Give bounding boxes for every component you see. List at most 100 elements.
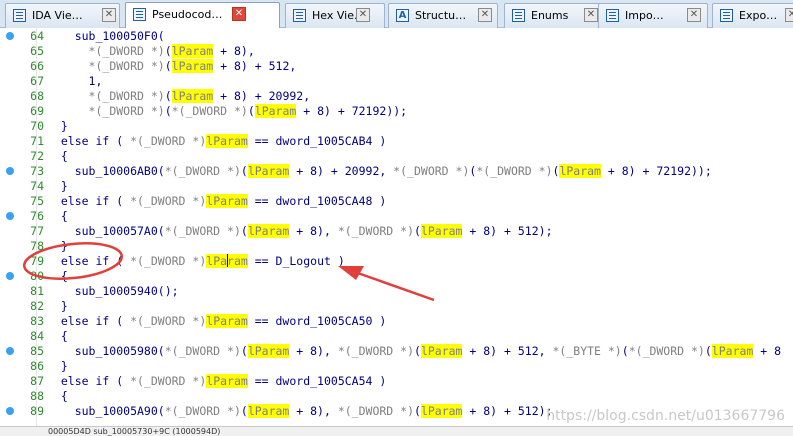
code-text[interactable]: sub_10005940(); — [47, 284, 179, 299]
code-text[interactable]: sub_100050F0( — [47, 29, 165, 44]
structures-icon: A — [396, 9, 409, 22]
code-text[interactable]: sub_100057A0(*(_DWORD *)(lParam + 8), *(… — [47, 224, 553, 239]
line-number: 87 — [30, 374, 44, 388]
tab-ida-view[interactable]: IDA Vie… ✕ — [5, 3, 120, 28]
breakpoint-dot-icon[interactable] — [6, 167, 14, 175]
breakpoint-dot-icon[interactable] — [6, 407, 14, 415]
code-line[interactable]: 76 { — [0, 209, 793, 224]
code-text[interactable]: else if ( *(_DWORD *)lParam == dword_100… — [47, 134, 386, 149]
code-line[interactable]: 81 sub_10005940(); — [0, 284, 793, 299]
close-icon[interactable]: ✕ — [584, 8, 598, 22]
code-text[interactable]: else if ( *(_DWORD *)lParam == dword_100… — [47, 194, 386, 209]
code-line[interactable]: 70 } — [0, 119, 793, 134]
code-line[interactable]: 84 { — [0, 329, 793, 344]
tab-enums[interactable]: Enums ✕ — [504, 3, 604, 28]
tab-label: Expo… — [739, 9, 778, 22]
code-line[interactable]: 72 { — [0, 149, 793, 164]
code-line[interactable]: 86 } — [0, 359, 793, 374]
imports-icon — [606, 9, 619, 22]
code-text[interactable]: } — [47, 239, 68, 254]
code-text[interactable]: { — [47, 329, 68, 344]
code-text[interactable]: { — [47, 209, 68, 224]
tab-label: Pseudocod… — [152, 8, 223, 21]
code-line[interactable]: 83 else if ( *(_DWORD *)lParam == dword_… — [0, 314, 793, 329]
code-text[interactable]: { — [47, 389, 68, 404]
close-icon[interactable]: ✕ — [232, 7, 246, 21]
code-text[interactable]: *(_DWORD *)(lParam + 8) + 20992, — [47, 89, 310, 104]
code-line[interactable]: 85 sub_10005980(*(_DWORD *)(lParam + 8),… — [0, 344, 793, 359]
line-number: 77 — [30, 224, 44, 238]
code-text[interactable]: } — [47, 299, 68, 314]
ida-view-icon — [13, 9, 26, 22]
line-number: 69 — [30, 104, 44, 118]
close-icon[interactable]: ✕ — [478, 8, 492, 22]
enums-icon — [512, 9, 525, 22]
line-number: 83 — [30, 314, 44, 328]
code-line[interactable]: 87 else if ( *(_DWORD *)lParam == dword_… — [0, 374, 793, 389]
line-number: 78 — [30, 239, 44, 253]
breakpoint-dot-icon[interactable] — [6, 32, 14, 40]
line-number: 79 — [30, 254, 44, 268]
code-line[interactable]: 80 { — [0, 269, 793, 284]
code-text[interactable]: } — [47, 359, 68, 374]
line-number: 85 — [30, 344, 44, 358]
tab-exports[interactable]: Expo… ✕ — [712, 3, 793, 28]
tab-imports[interactable]: Impo… ✕ — [598, 3, 708, 28]
code-line[interactable]: 88 { — [0, 389, 793, 404]
tab-structures[interactable]: A Structu… ✕ — [388, 3, 498, 28]
line-number: 81 — [30, 284, 44, 298]
code-text[interactable]: else if ( *(_DWORD *)lParam == D_Logout … — [47, 254, 345, 269]
close-icon[interactable]: ✕ — [687, 8, 701, 22]
code-text[interactable]: else if ( *(_DWORD *)lParam == dword_100… — [47, 314, 386, 329]
code-line[interactable]: 73 sub_10006AB0(*(_DWORD *)(lParam + 8) … — [0, 164, 793, 179]
line-number: 64 — [30, 29, 44, 43]
close-icon[interactable]: ✕ — [356, 8, 370, 22]
line-number: 73 — [30, 164, 44, 178]
code-text[interactable]: { — [47, 149, 68, 164]
code-text[interactable]: } — [47, 119, 68, 134]
line-number: 66 — [30, 59, 44, 73]
tab-label: IDA Vie… — [32, 9, 83, 22]
line-number: 75 — [30, 194, 44, 208]
tab-label: Enums — [531, 9, 569, 22]
code-line[interactable]: 67 1, — [0, 74, 793, 89]
code-text[interactable]: sub_10006AB0(*(_DWORD *)(lParam + 8) + 2… — [47, 164, 712, 179]
tab-hex-view[interactable]: Hex Vie… ✕ — [285, 3, 385, 28]
code-line[interactable]: 68 *(_DWORD *)(lParam + 8) + 20992, — [0, 89, 793, 104]
line-number: 68 — [30, 89, 44, 103]
code-line[interactable]: 65 *(_DWORD *)(lParam + 8), — [0, 44, 793, 59]
code-text[interactable]: *(_DWORD *)(lParam + 8) + 512, — [47, 59, 296, 74]
code-line[interactable]: 74 } — [0, 179, 793, 194]
code-text[interactable]: } — [47, 179, 68, 194]
code-line[interactable]: 79 else if ( *(_DWORD *)lParam == D_Logo… — [0, 254, 793, 269]
code-text[interactable]: sub_10005A90(*(_DWORD *)(lParam + 8), *(… — [47, 404, 553, 419]
watermark: https://blog.csdn.net/u013667796 — [546, 408, 785, 424]
line-number: 89 — [30, 404, 44, 418]
code-text[interactable]: else if ( *(_DWORD *)lParam == dword_100… — [47, 374, 386, 389]
breakpoint-dot-icon[interactable] — [6, 347, 14, 355]
pseudocode-view[interactable]: 64 sub_100050F0(65 *(_DWORD *)(lParam + … — [0, 28, 793, 426]
code-line[interactable]: 66 *(_DWORD *)(lParam + 8) + 512, — [0, 59, 793, 74]
line-number: 70 — [30, 119, 44, 133]
code-line[interactable]: 78 } — [0, 239, 793, 254]
close-icon[interactable]: ✕ — [102, 8, 116, 22]
breakpoint-dot-icon[interactable] — [6, 212, 14, 220]
breakpoint-dot-icon[interactable] — [6, 272, 14, 280]
tab-pseudocode[interactable]: Pseudocod… ✕ — [125, 2, 280, 28]
code-text[interactable]: *(_DWORD *)(lParam + 8), — [47, 44, 255, 59]
code-text[interactable]: *(_DWORD *)(*(_DWORD *)(lParam + 8) + 72… — [47, 104, 407, 119]
code-line[interactable]: 69 *(_DWORD *)(*(_DWORD *)(lParam + 8) +… — [0, 104, 793, 119]
line-number: 82 — [30, 299, 44, 313]
code-line[interactable]: 82 } — [0, 299, 793, 314]
close-icon[interactable]: ✕ — [785, 8, 793, 22]
line-number: 71 — [30, 134, 44, 148]
tab-label: Structu… — [415, 9, 467, 22]
code-text[interactable]: sub_10005980(*(_DWORD *)(lParam + 8), *(… — [47, 344, 781, 359]
code-line[interactable]: 71 else if ( *(_DWORD *)lParam == dword_… — [0, 134, 793, 149]
line-number: 84 — [30, 329, 44, 343]
code-line[interactable]: 75 else if ( *(_DWORD *)lParam == dword_… — [0, 194, 793, 209]
code-line[interactable]: 64 sub_100050F0( — [0, 29, 793, 44]
code-text[interactable]: 1, — [47, 74, 103, 89]
code-line[interactable]: 77 sub_100057A0(*(_DWORD *)(lParam + 8),… — [0, 224, 793, 239]
code-text[interactable]: { — [47, 269, 68, 284]
